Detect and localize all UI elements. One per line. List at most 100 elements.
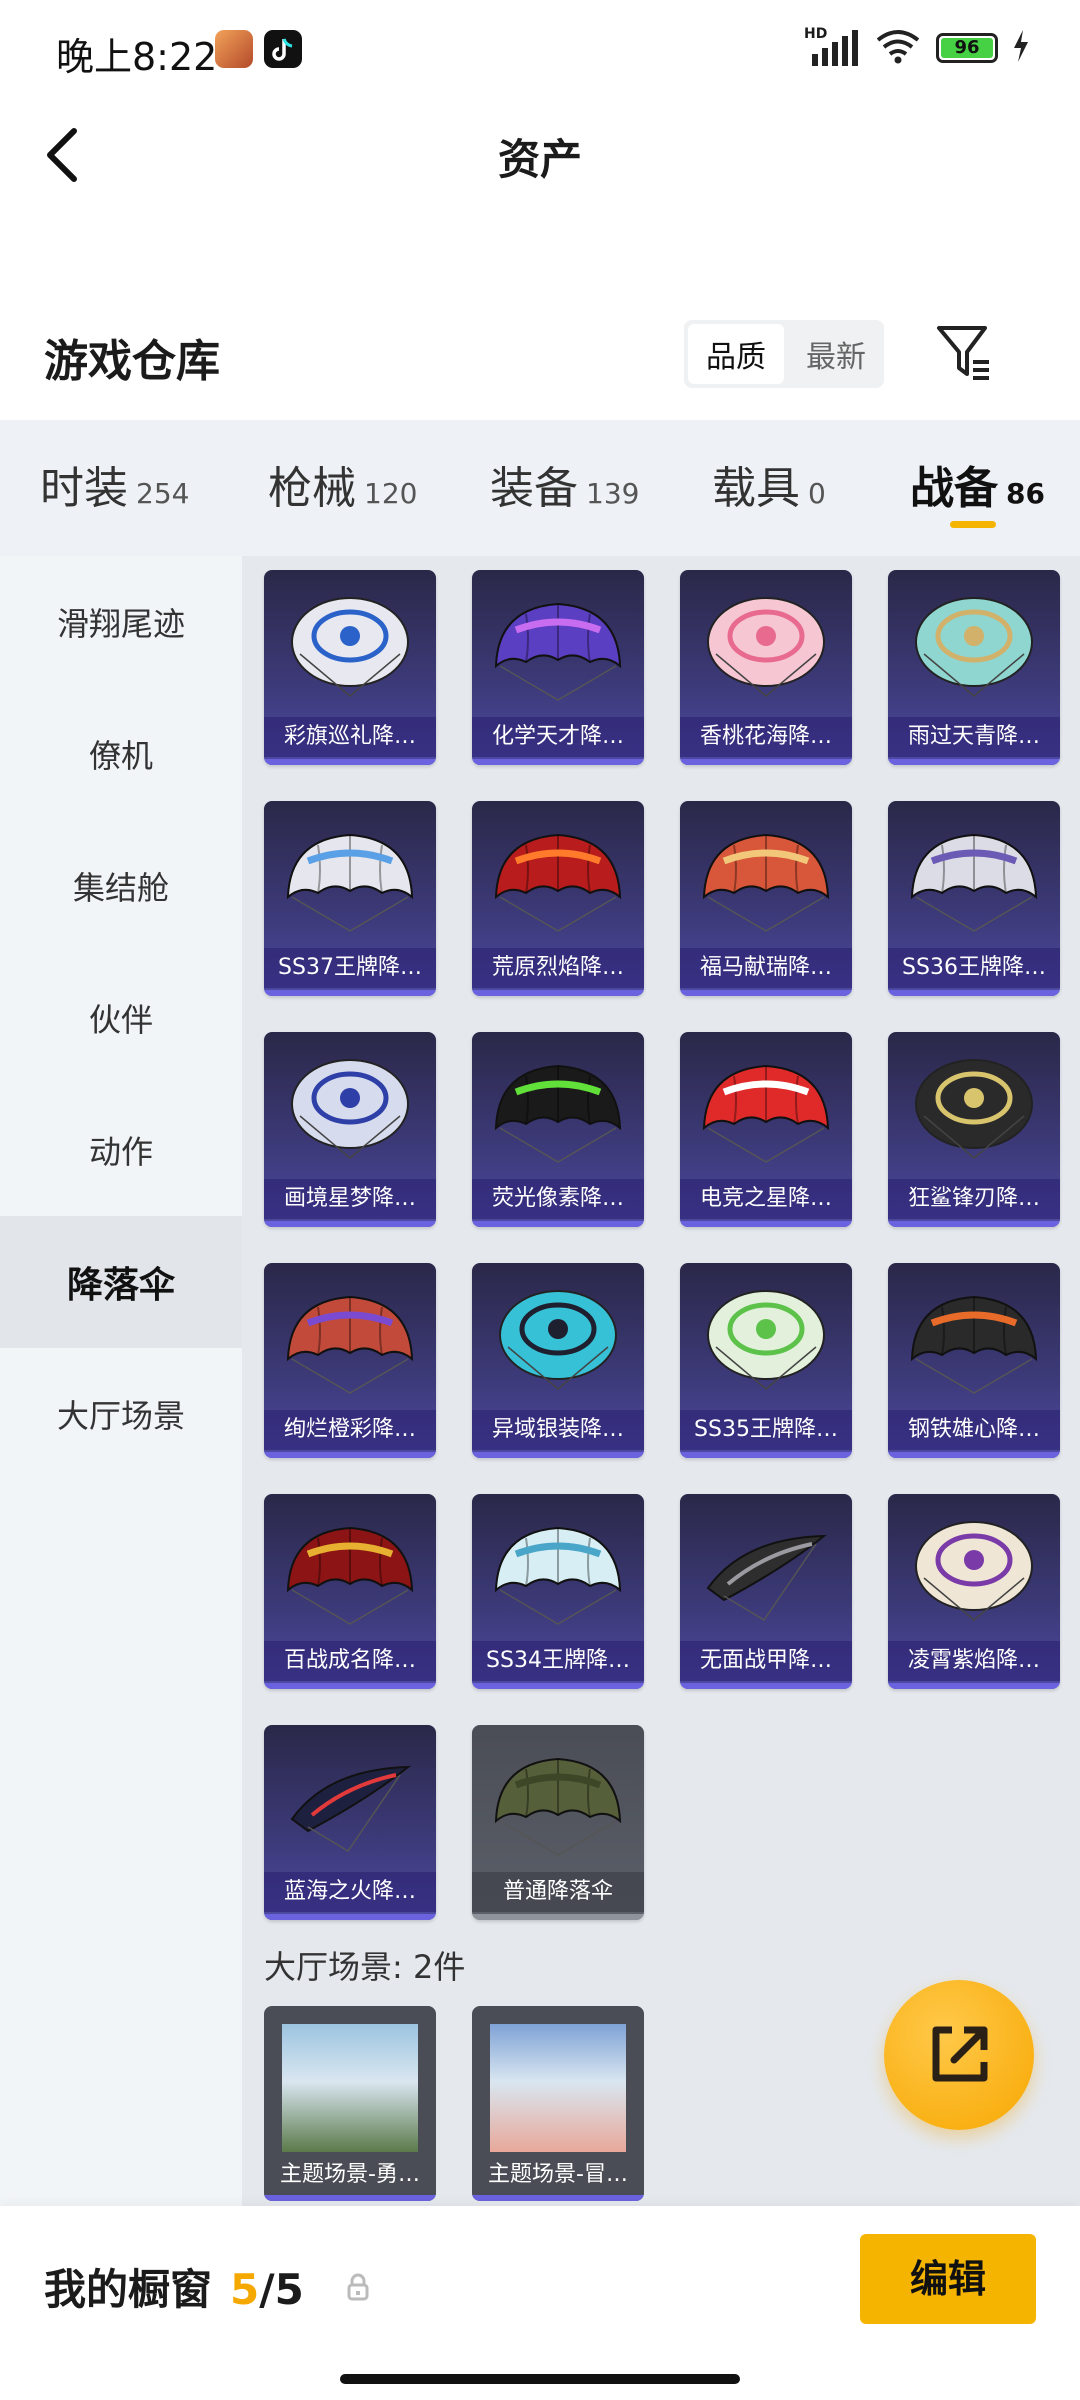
parachute-card[interactable]: 绚烂橙彩降… <box>264 1263 436 1458</box>
rarity-bar <box>680 990 852 996</box>
lobby-scene-card[interactable]: 主题场景-勇… <box>264 2006 436 2201</box>
filter-button[interactable] <box>935 322 993 382</box>
parachute-card[interactable]: 彩旗巡礼降… <box>264 570 436 765</box>
sidebar-item-assembly-pod[interactable]: 集结舱 <box>0 820 242 952</box>
tab-vehicles[interactable]: 载具 0 <box>712 452 826 516</box>
rarity-bar <box>680 1452 852 1458</box>
parachute-name: 绚烂橙彩降… <box>264 1410 436 1450</box>
parachute-card[interactable]: 蓝海之火降… <box>264 1725 436 1920</box>
rarity-bar <box>264 1452 436 1458</box>
edit-button[interactable]: 编辑 <box>860 2234 1036 2324</box>
status-bar: 晚上8:22 HD 96 <box>0 0 1080 100</box>
cellular-signal-icon: HD <box>804 26 860 66</box>
parachute-card[interactable]: 荒原烈焰降… <box>472 801 644 996</box>
page-title: 资产 <box>497 135 582 184</box>
parachute-image <box>290 1765 411 1853</box>
rarity-bar <box>888 990 1060 996</box>
parachute-card[interactable]: 钢铁雄心降… <box>888 1263 1060 1458</box>
parachute-image <box>494 1757 622 1856</box>
tab-count: 139 <box>586 477 640 510</box>
rarity-bar <box>888 1683 1060 1689</box>
parachute-card[interactable]: 电竞之星降… <box>680 1032 852 1227</box>
rarity-bar <box>472 1221 644 1227</box>
parachute-card[interactable]: 香桃花海降… <box>680 570 852 765</box>
sidebar-item-glide-trail[interactable]: 滑翔尾迹 <box>0 556 242 688</box>
sort-newest-button[interactable]: 最新 <box>788 320 884 388</box>
tab-count: 86 <box>1006 477 1045 510</box>
rarity-bar <box>680 1683 852 1689</box>
sidebar-item-emote[interactable]: 动作 <box>0 1084 242 1216</box>
parachute-name: SS37王牌降… <box>264 948 436 988</box>
rarity-bar <box>264 990 436 996</box>
parachute-image <box>286 833 414 932</box>
tab-label: 战备 <box>910 463 998 514</box>
rarity-bar <box>264 1914 436 1920</box>
parachute-image <box>910 833 1038 932</box>
sidebar-item-parachute[interactable]: 降落伞 <box>0 1216 242 1348</box>
rarity-bar <box>472 1914 644 1920</box>
showcase-current-count: 5 <box>230 2265 260 2314</box>
parachute-name: 福马献瑞降… <box>680 948 852 988</box>
rarity-bar <box>472 1452 644 1458</box>
rarity-bar <box>888 759 1060 765</box>
parachute-name: 钢铁雄心降… <box>888 1410 1060 1450</box>
charging-icon <box>1012 30 1030 66</box>
active-tab-indicator <box>950 521 996 528</box>
lock-icon <box>346 2272 370 2302</box>
sidebar-item-wingman[interactable]: 僚机 <box>0 688 242 820</box>
tab-supplies[interactable]: 战备 86 <box>910 452 1045 516</box>
sidebar-item-lobby-scene[interactable]: 大厅场景 <box>0 1348 242 1480</box>
parachute-card[interactable]: 化学天才降… <box>472 570 644 765</box>
sidebar-item-companion[interactable]: 伙伴 <box>0 952 242 1084</box>
tab-weapons[interactable]: 枪械 120 <box>268 452 417 516</box>
parachute-card[interactable]: SS34王牌降… <box>472 1494 644 1689</box>
parachute-image <box>499 1290 617 1390</box>
parachute-name: 化学天才降… <box>472 717 644 757</box>
bottom-bar: 我的橱窗 5/5 编辑 <box>0 2206 1080 2400</box>
showcase-label: 我的橱窗 5/5 <box>44 2256 304 2317</box>
lobby-section-title: 大厅场景: 2件 <box>264 1948 466 1986</box>
rarity-bar <box>888 1221 1060 1227</box>
parachute-card[interactable]: SS36王牌降… <box>888 801 1060 996</box>
parachute-card[interactable]: 荧光像素降… <box>472 1032 644 1227</box>
rarity-bar <box>680 759 852 765</box>
parachute-name: 蓝海之火降… <box>264 1872 436 1912</box>
tab-equipment[interactable]: 装备 139 <box>490 452 639 516</box>
parachute-card[interactable]: 普通降落伞 <box>472 1725 644 1920</box>
parachute-card[interactable]: 福马献瑞降… <box>680 801 852 996</box>
scene-name: 主题场景-勇… <box>280 2162 420 2187</box>
parachute-card[interactable]: 雨过天青降… <box>888 570 1060 765</box>
tab-label: 载具 <box>712 463 800 514</box>
network-type-label: HD <box>804 26 828 42</box>
battery-indicator: 96 <box>936 33 998 63</box>
parachute-image <box>494 1526 622 1625</box>
parachute-image <box>291 597 409 697</box>
parachute-name: 无面战甲降… <box>680 1641 852 1681</box>
tab-label: 时装 <box>40 463 128 514</box>
parachute-card[interactable]: 百战成名降… <box>264 1494 436 1689</box>
parachute-card[interactable]: 异域银装降… <box>472 1263 644 1458</box>
showcase-total-count: /5 <box>259 2265 304 2314</box>
game-app-icon <box>215 30 253 68</box>
parachute-name: 雨过天青降… <box>888 717 1060 757</box>
parachute-card[interactable]: 画境星梦降… <box>264 1032 436 1227</box>
parachute-card[interactable]: SS37王牌降… <box>264 801 436 996</box>
tab-fashion[interactable]: 时装 254 <box>40 452 189 516</box>
status-time: 晚上8:22 <box>56 35 218 79</box>
parachute-card[interactable]: 狂鲨锋刃降… <box>888 1032 1060 1227</box>
parachute-image <box>494 833 622 932</box>
share-button[interactable] <box>884 1980 1034 2130</box>
parachute-image <box>707 1290 825 1390</box>
parachute-name: 香桃花海降… <box>680 717 852 757</box>
parachute-image <box>291 1059 409 1159</box>
parachute-image <box>707 597 825 697</box>
parachute-name: 电竞之星降… <box>680 1179 852 1219</box>
parachute-card[interactable]: 凌霄紫焰降… <box>888 1494 1060 1689</box>
tab-label: 枪械 <box>268 463 356 514</box>
lobby-scene-card[interactable]: 主题场景-冒… <box>472 2006 644 2201</box>
parachute-name: 画境星梦降… <box>264 1179 436 1219</box>
parachute-card[interactable]: 无面战甲降… <box>680 1494 852 1689</box>
parachute-card[interactable]: SS35王牌降… <box>680 1263 852 1458</box>
parachute-image <box>915 1059 1033 1159</box>
sort-quality-button[interactable]: 品质 <box>688 324 784 384</box>
